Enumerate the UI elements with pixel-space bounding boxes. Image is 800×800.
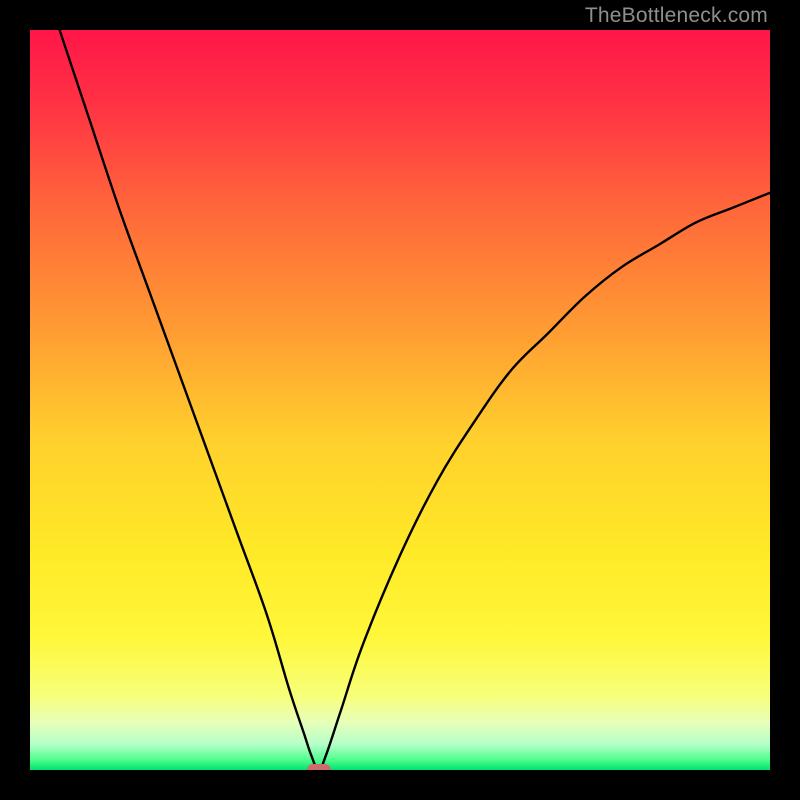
watermark-text: TheBottleneck.com bbox=[585, 4, 768, 28]
chart-frame: TheBottleneck.com bbox=[0, 0, 800, 800]
minimum-marker bbox=[307, 764, 331, 770]
bottleneck-curve bbox=[60, 30, 770, 770]
plot-area bbox=[30, 30, 770, 770]
curve-layer bbox=[30, 30, 770, 770]
